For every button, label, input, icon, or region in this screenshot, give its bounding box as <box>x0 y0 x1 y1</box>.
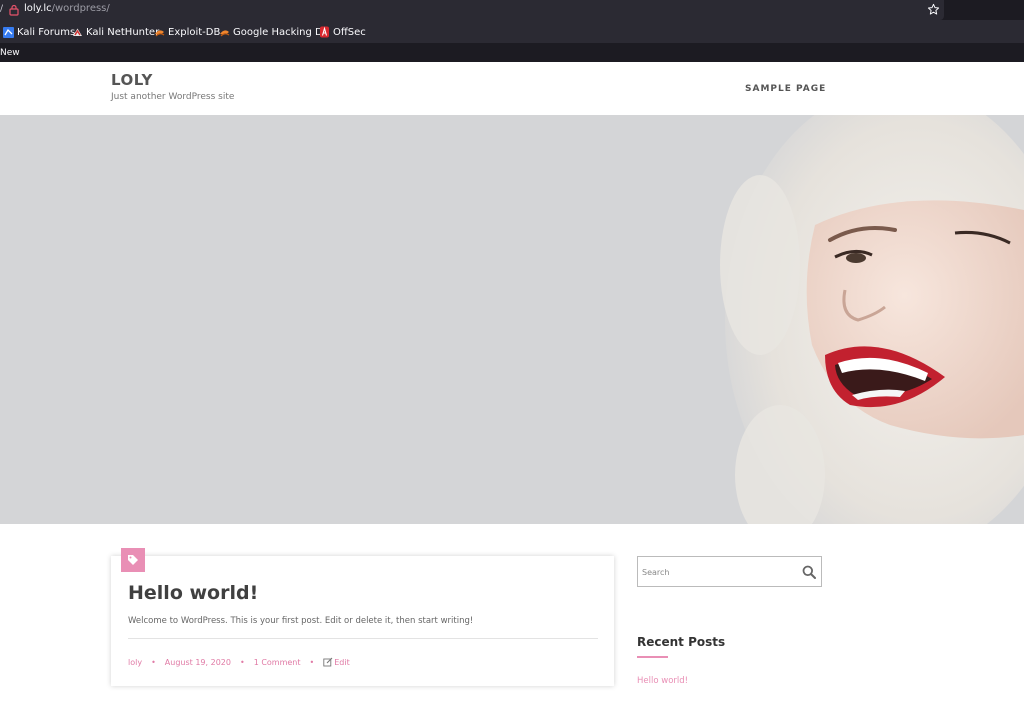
post-meta: loly • August 19, 2020 • 1 Comment • Edi… <box>128 657 350 667</box>
post-date-link[interactable]: August 19, 2020 <box>165 658 231 667</box>
url-bar[interactable]: / loly.lc/wordpress/ <box>0 0 944 20</box>
hero-woman-illustration <box>0 115 1024 524</box>
bookmark-google-hacking-db[interactable]: Google Hacking DB <box>219 25 330 39</box>
post-edit-label: Edit <box>334 657 350 667</box>
bookmark-label: Google Hacking DB <box>233 26 330 38</box>
url-bar-edge: / <box>0 4 4 14</box>
meta-separator: • <box>239 657 245 667</box>
post-divider <box>128 638 598 639</box>
post-format-badge <box>121 548 145 572</box>
url-text[interactable]: loly.lc/wordpress/ <box>24 3 110 14</box>
meta-separator: • <box>151 657 156 667</box>
edit-icon <box>323 657 333 667</box>
tab-new[interactable]: New <box>0 48 20 58</box>
kali-forums-icon <box>3 26 14 38</box>
hero-image <box>0 115 1024 524</box>
offsec-icon <box>320 26 329 38</box>
bookmarks-toolbar: Kali Forums Kali NetHunter Exploit-DB Go… <box>0 20 1024 44</box>
browser-toolbar: / loly.lc/wordpress/ <box>0 0 1024 20</box>
post-edit-link[interactable]: Edit <box>323 657 350 667</box>
site-header: LOLY Just another WordPress site SAMPLE … <box>0 62 1024 115</box>
post-excerpt: Welcome to WordPress. This is your first… <box>128 616 474 626</box>
url-path: /wordpress/ <box>51 3 110 14</box>
bookmark-exploit-db[interactable]: Exploit-DB <box>154 25 220 39</box>
meta-separator: • <box>309 657 315 667</box>
post-card: Hello world! Welcome to WordPress. This … <box>111 548 614 686</box>
exploit-db-icon <box>155 29 165 36</box>
search-icon[interactable] <box>802 565 816 579</box>
post-title[interactable]: Hello world! <box>128 582 258 604</box>
tag-icon <box>128 555 138 565</box>
url-host: loly.lc <box>24 3 52 14</box>
search-form <box>637 556 822 587</box>
recent-post-link[interactable]: Hello world! <box>637 676 688 686</box>
bookmark-label: OffSec <box>333 26 366 38</box>
ghdb-icon <box>220 29 230 36</box>
post-comments-link[interactable]: 1 Comment <box>254 658 301 667</box>
site-info-icon[interactable] <box>9 4 19 16</box>
site-tagline: Just another WordPress site <box>111 92 235 102</box>
nethunter-icon <box>73 28 82 36</box>
tab-strip: New <box>0 44 1024 62</box>
bookmark-kali-forums[interactable]: Kali Forums <box>3 25 75 39</box>
recent-posts-title: Recent Posts <box>637 635 726 649</box>
bookmark-label: Kali Forums <box>17 26 76 38</box>
post-author-link[interactable]: loly <box>128 658 142 667</box>
site-title[interactable]: LOLY <box>111 71 153 89</box>
bookmark-kali-nethunter[interactable]: Kali NetHunter <box>72 25 159 39</box>
bookmark-label: Kali NetHunter <box>86 26 160 38</box>
nav-sample-page[interactable]: SAMPLE PAGE <box>745 84 826 94</box>
recent-posts-underline <box>637 656 668 658</box>
search-input[interactable] <box>642 565 792 579</box>
bookmark-label: Exploit-DB <box>168 26 221 38</box>
bookmark-offsec[interactable]: OffSec <box>319 25 366 39</box>
bookmark-star-icon[interactable] <box>927 3 940 16</box>
